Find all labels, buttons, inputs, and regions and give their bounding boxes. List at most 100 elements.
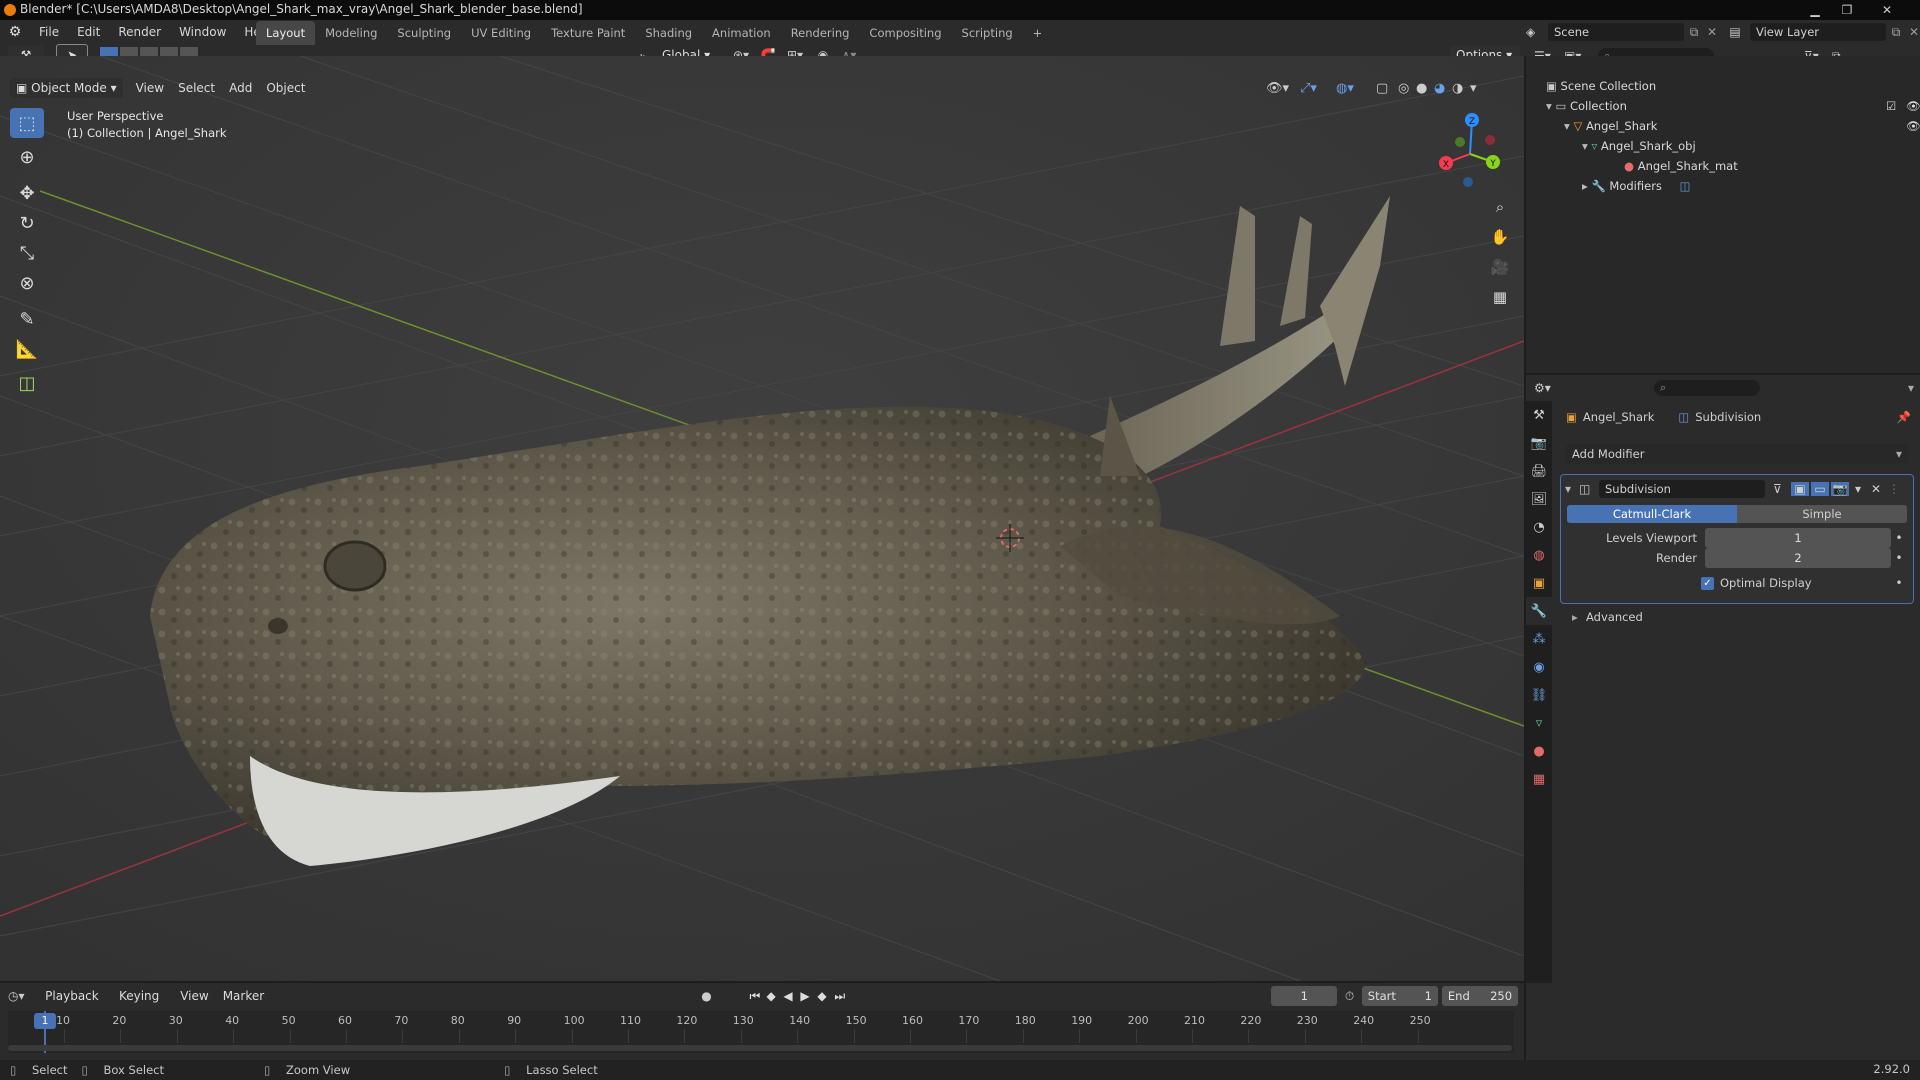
tab-sculpting[interactable]: Sculpting bbox=[387, 21, 461, 45]
menu-window[interactable]: Window bbox=[170, 20, 235, 44]
output-tab-icon[interactable]: 🖨 bbox=[1526, 457, 1552, 485]
remove-scene-icon[interactable]: ✕ bbox=[1704, 25, 1720, 39]
blender-menu-icon[interactable]: ⚙ bbox=[0, 24, 30, 40]
camera-view-icon[interactable]: 🎥 bbox=[1487, 254, 1513, 280]
3d-viewport[interactable]: ▣ Object Mode ▾ View Select Add Object 👁… bbox=[0, 56, 1524, 981]
next-keyframe-icon[interactable]: ◆ bbox=[817, 989, 834, 1003]
new-scene-icon[interactable]: ⧉ bbox=[1684, 25, 1704, 40]
record-icon[interactable]: ● bbox=[701, 989, 729, 1003]
levels-viewport-field[interactable]: 1 bbox=[1705, 528, 1891, 548]
timeline-editor-type-icon[interactable]: ◷▾ bbox=[8, 989, 38, 1003]
measure-tool-icon[interactable]: 📐 bbox=[10, 334, 44, 364]
data-tab-icon[interactable]: ▿ bbox=[1526, 709, 1552, 737]
add-modifier-dropdown[interactable]: Add Modifier ▾ bbox=[1566, 444, 1908, 464]
cursor-tool-icon[interactable]: ⊕ bbox=[10, 142, 44, 172]
modifier-menu-icon[interactable]: ▾ bbox=[1849, 482, 1867, 496]
solid-shading-icon[interactable]: ● bbox=[1416, 81, 1434, 96]
simple-option[interactable]: Simple bbox=[1737, 505, 1907, 523]
object-tab-icon[interactable]: ▣ bbox=[1526, 569, 1552, 597]
playhead-frame[interactable]: 1 bbox=[34, 1013, 56, 1029]
gizmo-toggle-icon[interactable]: ⤢▾ bbox=[1300, 81, 1336, 96]
outliner-row-mesh[interactable]: ▾ ▿ Angel_Shark_obj bbox=[1582, 136, 1696, 156]
view-layer-tab-icon[interactable]: 🖼 bbox=[1526, 485, 1552, 513]
menu-file[interactable]: File bbox=[30, 20, 68, 44]
panel-collapse-icon[interactable]: ▾ bbox=[1565, 482, 1579, 496]
collection-checkbox-icon[interactable]: ☑ bbox=[1886, 96, 1896, 116]
timeline-menu-view[interactable]: View bbox=[173, 986, 215, 1006]
keyframe-dot-icon[interactable]: • bbox=[1891, 576, 1907, 590]
object-eye-icon[interactable]: 👁 bbox=[1906, 116, 1920, 136]
tab-compositing[interactable]: Compositing bbox=[859, 21, 951, 45]
timeline-menu-keying[interactable]: Keying ▾ bbox=[112, 986, 173, 1023]
render-levels-field[interactable]: 2 bbox=[1705, 548, 1891, 568]
visibility-icon[interactable]: 👁▾ bbox=[1266, 81, 1300, 96]
scale-tool-icon[interactable]: ⤡ bbox=[10, 238, 44, 268]
overlays-icon[interactable]: ◍▾ bbox=[1336, 81, 1376, 96]
minimize-icon[interactable]: ▁ bbox=[1800, 0, 1830, 20]
collection-eye-icon[interactable]: 👁 bbox=[1906, 96, 1920, 116]
scene-selector[interactable]: Scene bbox=[1548, 23, 1684, 41]
tab-rendering[interactable]: Rendering bbox=[781, 21, 860, 45]
material-tab-icon[interactable]: ● bbox=[1526, 737, 1552, 765]
rendered-shading-icon[interactable]: ◑ bbox=[1452, 81, 1470, 96]
jump-start-icon[interactable]: ⏮ bbox=[749, 989, 766, 1004]
viewport-menu-add[interactable]: Add bbox=[222, 78, 259, 98]
tool-tab-icon[interactable]: ⚒ bbox=[1526, 401, 1552, 429]
catmull-clark-option[interactable]: Catmull-Clark bbox=[1567, 505, 1737, 523]
world-tab-icon[interactable]: ◍ bbox=[1526, 541, 1552, 569]
current-frame-field[interactable]: 1 bbox=[1271, 986, 1338, 1006]
properties-options-icon[interactable]: ▾ bbox=[1908, 381, 1914, 395]
timeline-scrollbar[interactable] bbox=[8, 1045, 1512, 1051]
keyframe-dot-icon[interactable]: • bbox=[1891, 551, 1907, 565]
material-shading-icon[interactable]: ◕ bbox=[1434, 81, 1452, 96]
wireframe-shading-icon[interactable]: ◎ bbox=[1398, 81, 1416, 96]
zoom-icon[interactable]: ⌕ bbox=[1487, 194, 1513, 220]
drag-handle-icon[interactable]: ⋮ bbox=[1885, 482, 1903, 496]
play-reverse-icon[interactable]: ◀ bbox=[783, 989, 800, 1003]
timeline-menu-marker[interactable]: Marker bbox=[216, 986, 271, 1006]
menu-render[interactable]: Render bbox=[109, 20, 170, 44]
pan-hand-icon[interactable]: ✋ bbox=[1487, 224, 1513, 250]
outliner-row-scene-collection[interactable]: ▣ Scene Collection bbox=[1546, 76, 1656, 96]
keyframe-dot-icon[interactable]: • bbox=[1891, 531, 1907, 545]
advanced-subpanel[interactable]: ▸ Advanced bbox=[1572, 608, 1643, 626]
stopwatch-icon[interactable]: ⏱ bbox=[1337, 989, 1362, 1004]
end-frame-field[interactable]: End 250 bbox=[1441, 986, 1519, 1006]
properties-search-input[interactable]: ⌕ bbox=[1654, 380, 1760, 396]
modifier-tab-icon[interactable]: 🔧 bbox=[1526, 597, 1552, 625]
viewport-toggle-icon[interactable]: ▭ bbox=[1811, 482, 1829, 496]
add-workspace-button[interactable]: + bbox=[1023, 21, 1053, 45]
viewport-menu-select[interactable]: Select bbox=[171, 78, 222, 98]
annotate-tool-icon[interactable]: ✎ bbox=[10, 304, 44, 334]
menu-edit[interactable]: Edit bbox=[68, 20, 109, 44]
play-icon[interactable]: ▶ bbox=[800, 989, 817, 1003]
render-tab-icon[interactable]: 📷 bbox=[1526, 429, 1552, 457]
outliner-row-modifiers[interactable]: ▸ 🔧 Modifiers ◫ bbox=[1582, 176, 1690, 196]
scene-tab-icon[interactable]: ◔ bbox=[1526, 513, 1552, 541]
start-frame-field[interactable]: Start 1 bbox=[1361, 986, 1438, 1006]
remove-view-layer-icon[interactable]: ✕ bbox=[1906, 25, 1920, 39]
timeline-menu-playback[interactable]: Playback ▾ bbox=[38, 986, 112, 1023]
tab-uv-editing[interactable]: UV Editing bbox=[461, 21, 541, 45]
close-icon[interactable]: ✕ bbox=[1864, 0, 1910, 20]
tab-modeling[interactable]: Modeling bbox=[315, 21, 387, 45]
select-box-tool-icon[interactable]: ⬚ bbox=[10, 108, 44, 138]
optimal-display-checkbox[interactable]: ✓ bbox=[1701, 576, 1714, 590]
render-toggle-icon[interactable]: 📷 bbox=[1831, 482, 1849, 496]
pin-icon[interactable]: 📌 bbox=[1897, 410, 1911, 424]
texture-tab-icon[interactable]: ▦ bbox=[1526, 765, 1552, 793]
modifier-name-input[interactable]: Subdivision bbox=[1599, 480, 1765, 498]
add-cube-tool-icon[interactable]: ◫ bbox=[10, 368, 44, 398]
shading-options-icon[interactable]: ▾ bbox=[1470, 81, 1484, 96]
viewport-menu-object[interactable]: Object bbox=[259, 78, 312, 98]
edit-mode-toggle-icon[interactable]: ⊽ bbox=[1773, 482, 1791, 496]
navigation-gizmo[interactable]: Z X Y bbox=[1430, 110, 1510, 190]
cage-toggle-icon[interactable]: ▣ bbox=[1791, 482, 1809, 496]
maximize-icon[interactable]: ❐ bbox=[1832, 0, 1862, 20]
viewport-menu-view[interactable]: View bbox=[129, 78, 171, 98]
physics-tab-icon[interactable]: ◉ bbox=[1526, 653, 1552, 681]
timeline-ruler[interactable]: 10 20 30 40 50 60 70 80 90 100 110 120 130 140 150 160 1… bbox=[8, 1011, 1514, 1053]
rotate-tool-icon[interactable]: ↻ bbox=[10, 208, 44, 238]
jump-end-icon[interactable]: ⏭ bbox=[834, 989, 851, 1004]
new-view-layer-icon[interactable]: ⧉ bbox=[1886, 25, 1906, 40]
